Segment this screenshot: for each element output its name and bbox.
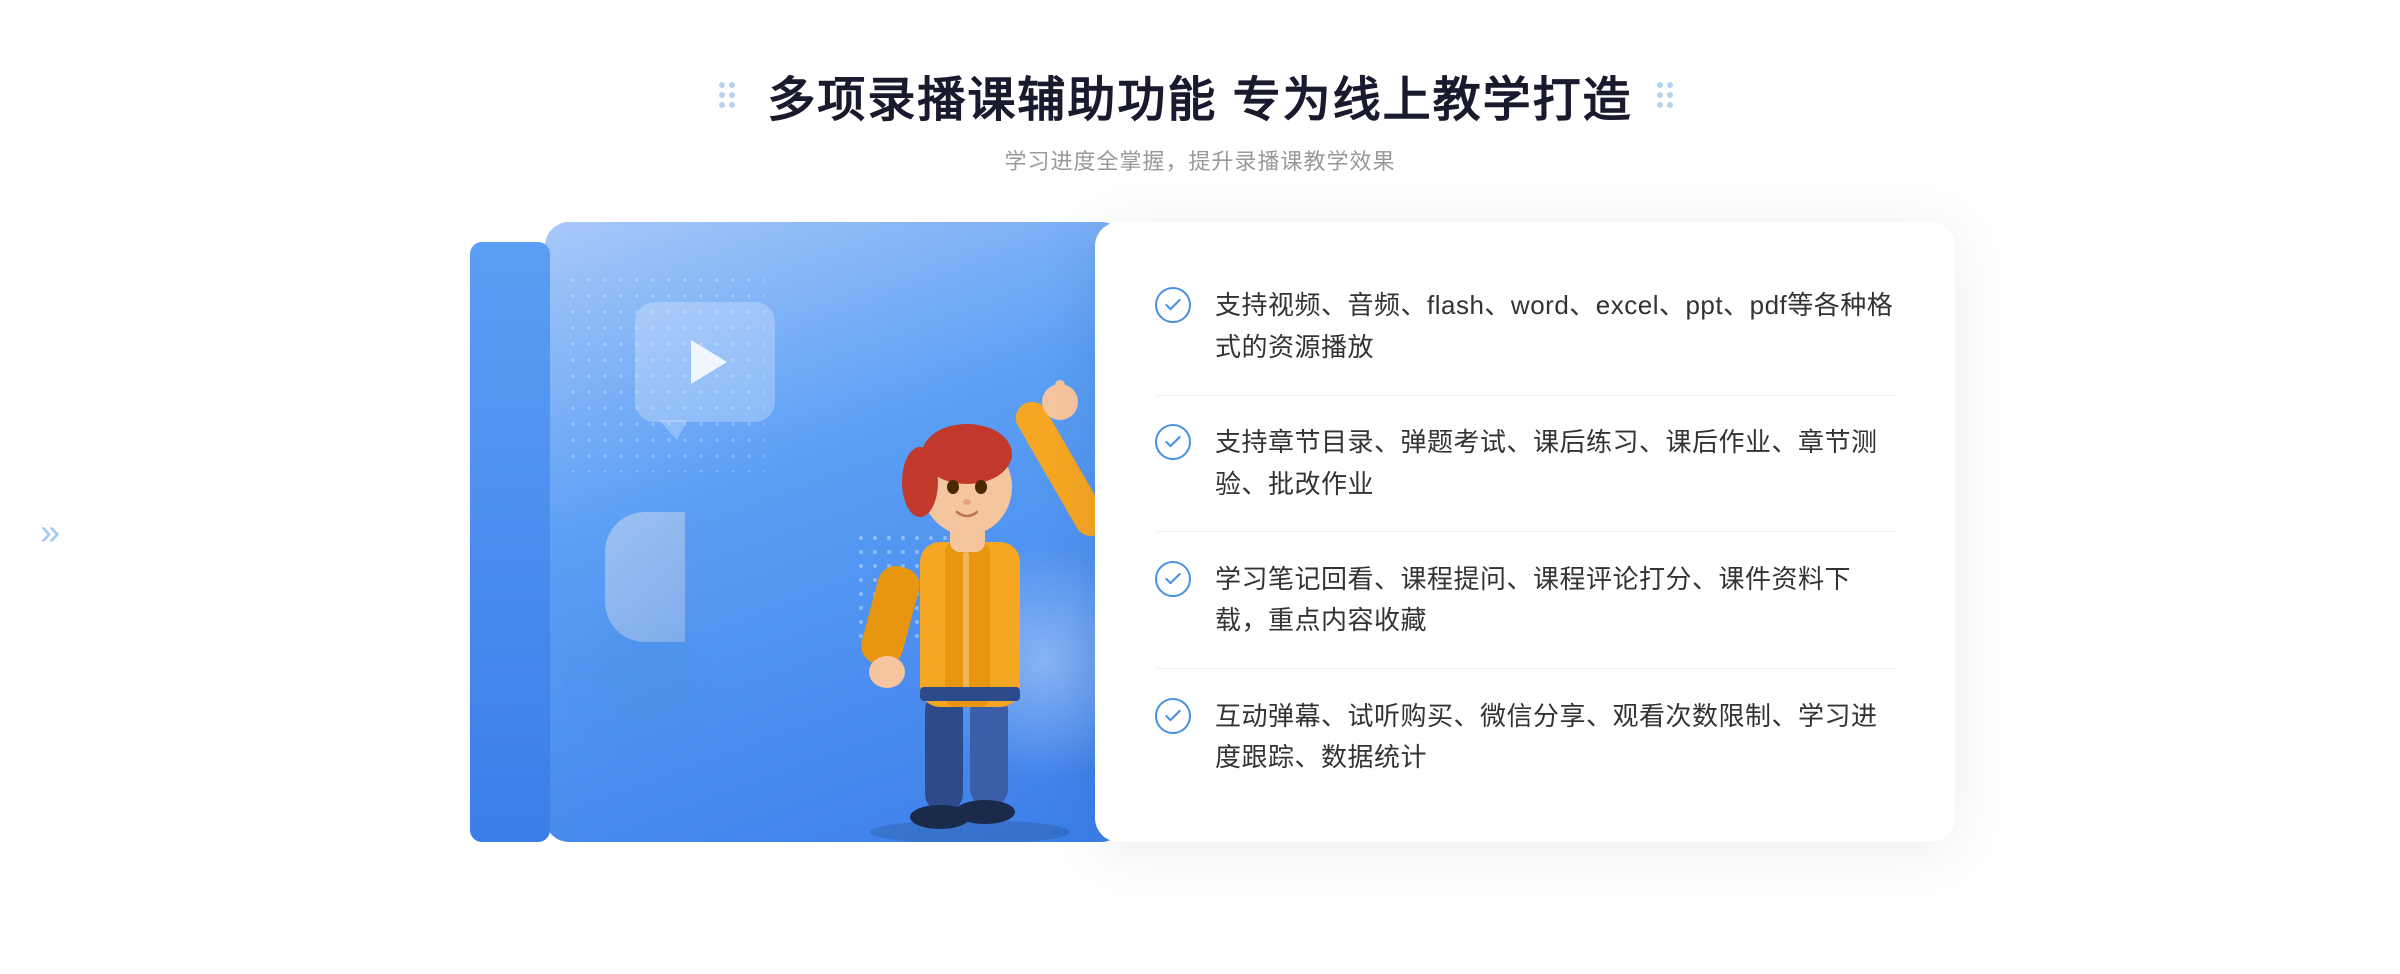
page-subtitle: 学习进度全掌握，提升录播课教学效果: [0, 144, 2400, 176]
feature-text-3: 学习笔记回看、课程提问、课程评论打分、课件资料下载，重点内容收藏: [1215, 559, 1895, 642]
divider-1: [1155, 395, 1895, 396]
check-icon-3: [1155, 561, 1191, 597]
feature-item-3: 学习笔记回看、课程提问、课程评论打分、课件资料下载，重点内容收藏: [1155, 559, 1895, 642]
person-illustration: [815, 292, 1125, 842]
blue-accent-panel: [470, 242, 550, 842]
feature-text-4: 互动弹幕、试听购买、微信分享、观看次数限制、学习进度跟踪、数据统计: [1215, 696, 1895, 779]
illustration-card: [545, 222, 1125, 842]
decorative-dots-right: [1657, 82, 1681, 108]
check-icon-4: [1155, 698, 1191, 734]
left-arrow-decoration: »: [40, 511, 54, 553]
info-panel: 支持视频、音频、flash、word、excel、ppt、pdf等各种格式的资源…: [1095, 222, 1955, 842]
page-title: 多项录播课辅助功能 专为线上教学打造: [767, 60, 1632, 130]
title-row: 多项录播课辅助功能 专为线上教学打造: [0, 60, 2400, 130]
decorative-dots-left: [719, 82, 743, 108]
divider-3: [1155, 668, 1895, 669]
check-icon-2: [1155, 424, 1191, 460]
main-content: »: [0, 222, 2400, 842]
feature-item-2: 支持章节目录、弹题考试、课后练习、课后作业、章节测验、批改作业: [1155, 422, 1895, 505]
feature-item-4: 互动弹幕、试听购买、微信分享、观看次数限制、学习进度跟踪、数据统计: [1155, 696, 1895, 779]
divider-2: [1155, 531, 1895, 532]
header-section: 多项录播课辅助功能 专为线上教学打造 学习进度全掌握，提升录播课教学效果: [0, 60, 2400, 176]
play-bubble: [635, 302, 775, 422]
feature-text-1: 支持视频、音频、flash、word、excel、ppt、pdf等各种格式的资源…: [1215, 285, 1895, 368]
play-triangle-icon: [691, 340, 727, 384]
deco-semicircle: [605, 512, 685, 642]
feature-item-1: 支持视频、音频、flash、word、excel、ppt、pdf等各种格式的资源…: [1155, 285, 1895, 368]
check-icon-1: [1155, 287, 1191, 323]
feature-text-2: 支持章节目录、弹题考试、课后练习、课后作业、章节测验、批改作业: [1215, 422, 1895, 505]
